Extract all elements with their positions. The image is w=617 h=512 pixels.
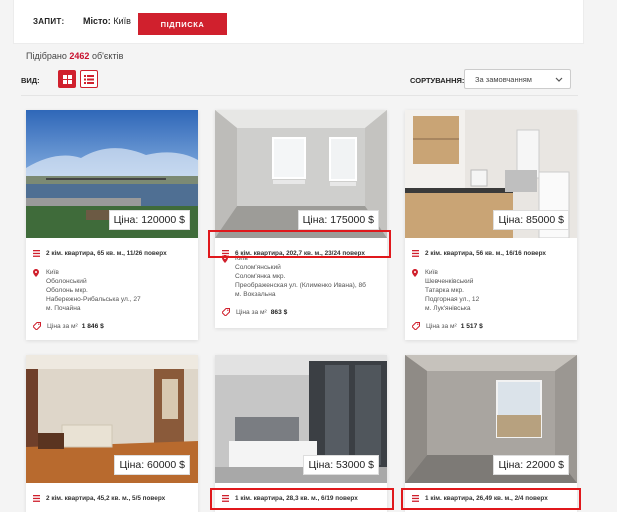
price-badge: Ціна: 85000 $: [493, 210, 569, 230]
list-icon: [33, 250, 40, 257]
list-view-button[interactable]: [80, 70, 98, 88]
results-count: Підібрано 2462 об'єктів: [26, 51, 123, 61]
price-per-m2: Ціна за м² 1 846 $: [33, 322, 104, 330]
city-key: Місто:: [83, 16, 111, 26]
address-city: Київ: [46, 269, 59, 276]
price-badge: Ціна: 60000 $: [114, 455, 190, 475]
sort-select[interactable]: За замовчанням: [464, 69, 571, 89]
sort-label: СОРТУВАННЯ:: [410, 76, 465, 85]
highlight-box: [401, 488, 581, 510]
price-per-m2: Ціна за м² 1 517 $: [412, 322, 483, 330]
listing-card[interactable]: Ціна: 60000 $ 2 кім. квартира, 45,2 кв. …: [26, 355, 198, 512]
ppm-label: Ціна за м²: [236, 308, 267, 316]
list-icon: [33, 495, 40, 502]
listing-photo[interactable]: Ціна: 60000 $: [26, 355, 198, 483]
address-neighborhood: Татарка мкр.: [425, 287, 464, 294]
address-street: Набережно-Рибальська ул., 27: [46, 296, 141, 303]
subscribe-button[interactable]: ПІДПИСКА: [138, 13, 227, 35]
ppm-value: 863 $: [270, 308, 288, 316]
address-metro: м. Почайна: [46, 305, 81, 312]
price-badge: Ціна: 120000 $: [108, 210, 190, 230]
divider: [21, 95, 578, 96]
price-tag-icon: [222, 308, 230, 316]
query-label: ЗАПИТ:: [33, 17, 65, 26]
list-icon: [84, 74, 94, 84]
chevron-down-icon: [555, 77, 563, 82]
address-district: Шевченківський: [425, 278, 474, 285]
price-badge: Ціна: 53000 $: [303, 455, 379, 475]
price-badge: Ціна: 22000 $: [493, 455, 569, 475]
address-street: Подгорная ул., 12: [425, 296, 480, 303]
location-pin-icon: [33, 269, 39, 277]
ppm-label: Ціна за м²: [47, 322, 78, 330]
listing-photo[interactable]: Ціна: 175000 $: [215, 110, 387, 238]
price-badge: Ціна: 175000 $: [297, 210, 379, 230]
address-district: Оболонський: [46, 278, 87, 285]
results-suffix: об'єктів: [91, 51, 124, 61]
sort-selected-value: За замовчанням: [475, 75, 532, 84]
listing-photo[interactable]: Ціна: 22000 $: [405, 355, 577, 483]
results-prefix: Підібрано: [26, 51, 67, 61]
view-label: ВИД:: [21, 76, 40, 85]
listing-title[interactable]: 2 кім. квартира, 65 кв. м., 11/26 поверх: [33, 250, 167, 257]
listing-card[interactable]: Ціна: 85000 $ 2 кім. квартира, 56 кв. м.…: [405, 110, 577, 340]
results-number: 2462: [69, 51, 90, 61]
ppm-value: 1 517 $: [460, 322, 483, 330]
location-pin-icon: [412, 269, 418, 277]
listing-card[interactable]: Ціна: 175000 $ 6 кім. квартира, 202,7 кв…: [215, 110, 387, 328]
city-filter: Місто: Київ: [83, 16, 131, 26]
grid-icon: [62, 74, 72, 84]
listing-title-text: 2 кім. квартира, 56 кв. м., 16/16 поверх: [425, 250, 546, 257]
address-neighborhood: Солом'янка мкр.: [235, 273, 286, 280]
address-metro: м. Вокзальна: [235, 291, 276, 298]
ppm-label: Ціна за м²: [426, 322, 457, 330]
grid-view-button[interactable]: [58, 70, 76, 88]
address-district: Солом'янський: [235, 264, 281, 271]
query-bar: ЗАПИТ: Місто: Київ ПІДПИСКА: [13, 0, 584, 44]
listing-title[interactable]: 2 кім. квартира, 45,2 кв. м., 5/5 поверх: [33, 495, 165, 502]
address-neighborhood: Оболонь мкр.: [46, 287, 88, 294]
ppm-value: 1 846 $: [81, 322, 104, 330]
list-icon: [412, 250, 419, 257]
listing-photo[interactable]: Ціна: 53000 $: [215, 355, 387, 483]
listing-photo[interactable]: Ціна: 120000 $: [26, 110, 198, 238]
address-street: Преображенская ул. (Клименко Ивана), 8б: [235, 282, 366, 289]
highlight-box: [210, 488, 394, 510]
listing-address: Київ Оболонський Оболонь мкр. Набережно-…: [33, 268, 141, 313]
listing-title-text: 2 кім. квартира, 65 кв. м., 11/26 поверх: [46, 250, 167, 257]
city-value: Київ: [113, 16, 131, 26]
listing-address: Київ Шевченківський Татарка мкр. Подгорн…: [412, 268, 479, 313]
price-per-m2: Ціна за м² 863 $: [222, 308, 287, 316]
address-metro: м. Лук'янівська: [425, 305, 471, 312]
address-city: Київ: [425, 269, 438, 276]
listing-title[interactable]: 2 кім. квартира, 56 кв. м., 16/16 поверх: [412, 250, 546, 257]
highlight-box: [208, 230, 391, 258]
toolbar: ВИД: СОРТУВАННЯ: За замовчанням: [21, 67, 578, 93]
price-tag-icon: [412, 322, 420, 330]
listing-address: Київ Солом'янський Солом'янка мкр. Преоб…: [222, 254, 366, 299]
price-tag-icon: [33, 322, 41, 330]
listing-photo[interactable]: Ціна: 85000 $: [405, 110, 577, 238]
listing-title-text: 2 кім. квартира, 45,2 кв. м., 5/5 поверх: [46, 495, 166, 502]
listing-card[interactable]: Ціна: 120000 $ 2 кім. квартира, 65 кв. м…: [26, 110, 198, 340]
